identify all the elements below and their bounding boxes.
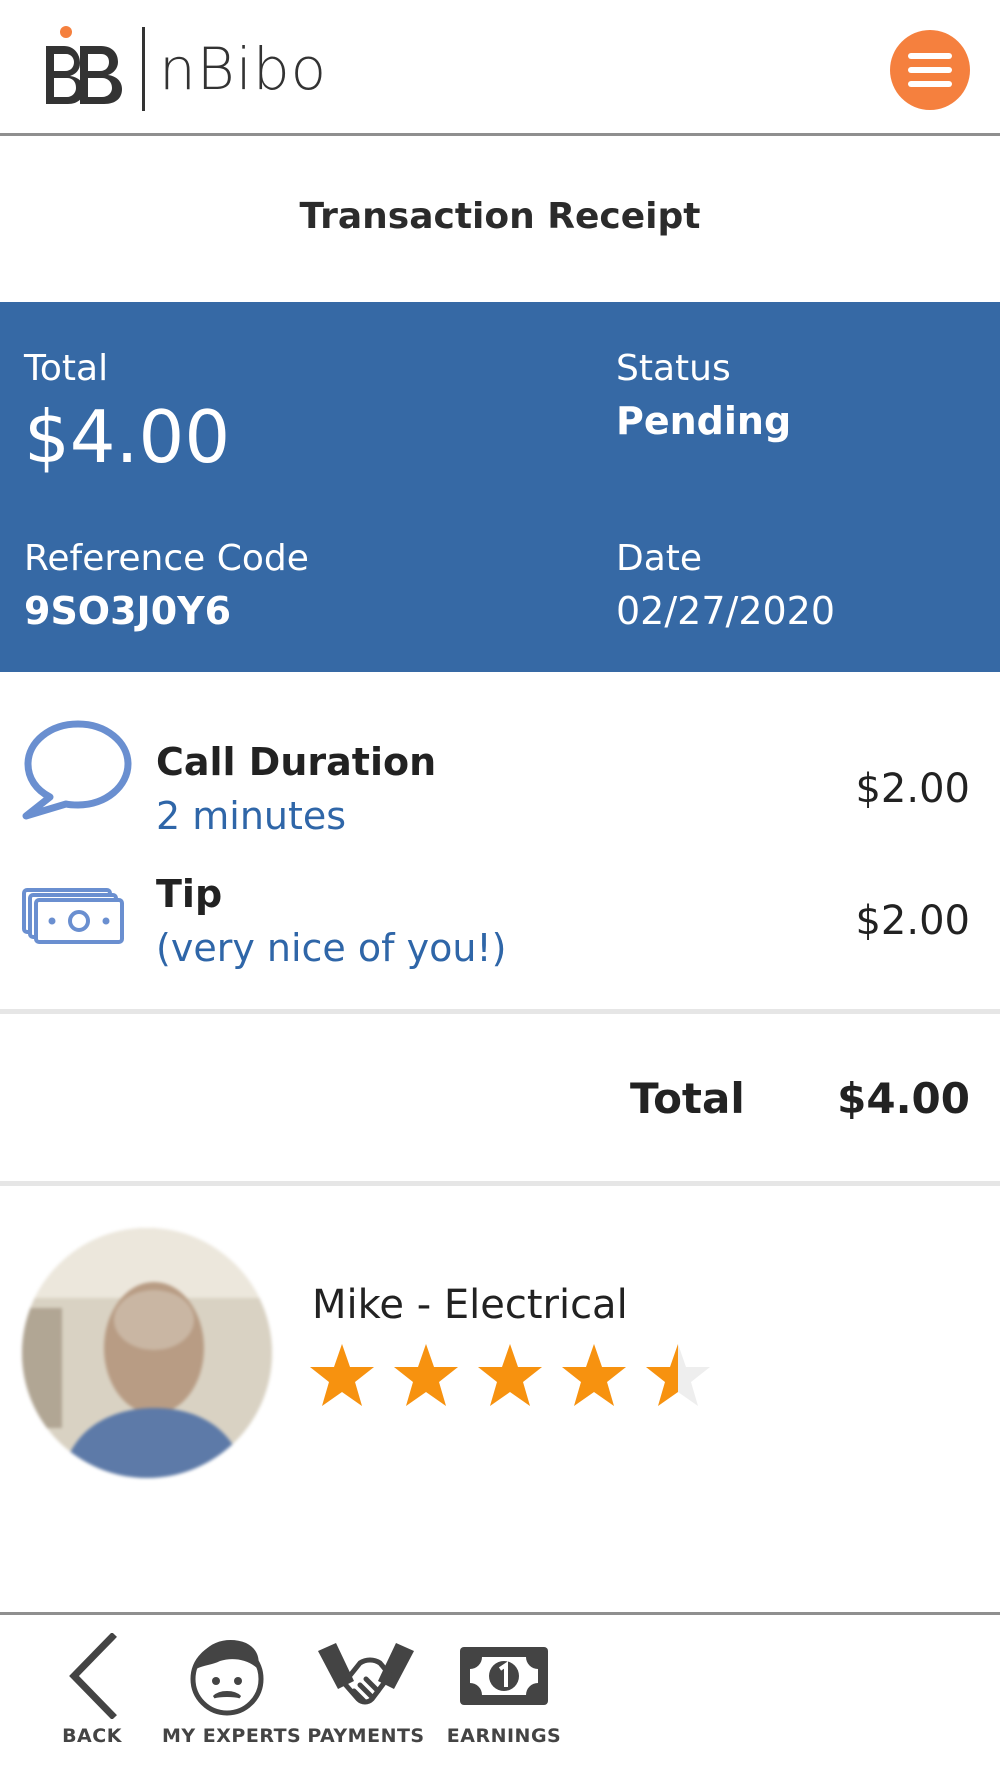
total-label: Total (24, 348, 109, 389)
nav-label: BACK (62, 1725, 122, 1747)
line-item-title: Call Duration (156, 740, 437, 784)
nav-payments[interactable]: PAYMENTS (306, 1633, 426, 1747)
line-items: Call Duration 2 minutes $2.00 Tip (very … (0, 690, 1000, 1014)
nav-back[interactable]: BACK (52, 1633, 132, 1747)
line-item-amount: $2.00 (855, 766, 970, 812)
star-half-icon (646, 1344, 710, 1406)
transaction-summary: Total $4.00 Status Pending Reference Cod… (0, 302, 1000, 672)
total-block: Total $4.00 (24, 348, 230, 479)
star-full-icon (562, 1344, 626, 1406)
speech-bubble-icon (22, 720, 132, 820)
nav-label: EARNINGS (446, 1725, 562, 1747)
line-item-title: Tip (156, 872, 223, 916)
banknote-icon (460, 1647, 548, 1705)
line-item-tip: Tip (very nice of you!) $2.00 (0, 862, 1000, 982)
star-rating (308, 1342, 712, 1410)
app-header: nBibo (0, 0, 1000, 136)
reference-code: 9SO3J0Y6 (24, 589, 232, 633)
hamburger-menu-icon (908, 53, 952, 87)
expert-face-icon (190, 1640, 264, 1716)
avatar-photo (22, 1228, 272, 1478)
nav-label: PAYMENTS (307, 1725, 425, 1747)
nav-my-experts[interactable]: MY EXPERTS (162, 1633, 302, 1747)
star-full-icon (394, 1344, 458, 1406)
cash-stack-icon (22, 888, 124, 944)
status-label: Status (616, 348, 731, 389)
reference-block: Reference Code 9SO3J0Y6 (24, 538, 309, 633)
page-title: Transaction Receipt (299, 196, 701, 237)
app-logo[interactable]: nBibo (36, 24, 327, 114)
logo-text: nBibo (159, 35, 328, 103)
date-value: 02/27/2020 (616, 589, 836, 633)
line-item-call-duration: Call Duration 2 minutes $2.00 (0, 710, 1000, 838)
line-item-subtitle: 2 minutes (156, 794, 347, 838)
status-badge: Pending (616, 399, 792, 443)
nav-label: MY EXPERTS (162, 1725, 302, 1747)
bottom-nav: BACK MY EXPERTS PAYMENTS EARNINGS (0, 1612, 1000, 1778)
grand-total-value: $4.00 (837, 1074, 970, 1123)
star-full-icon (478, 1344, 542, 1406)
reference-label: Reference Code (24, 538, 309, 579)
chevron-left-icon (69, 1633, 117, 1719)
expert-name: Mike - Electrical (312, 1282, 628, 1328)
logo-divider (142, 27, 145, 111)
expert-card: Mike - Electrical (0, 1190, 1000, 1610)
grand-total-label: Total (630, 1074, 745, 1123)
handshake-icon (318, 1643, 414, 1705)
line-item-subtitle: (very nice of you!) (156, 926, 507, 970)
status-block: Status Pending (616, 348, 791, 443)
date-block: Date 02/27/2020 (616, 538, 835, 633)
total-row: Total $4.00 (0, 1018, 1000, 1186)
avatar (22, 1228, 272, 1478)
nav-earnings[interactable]: EARNINGS (446, 1633, 562, 1747)
logo-mark-icon (46, 26, 122, 104)
date-label: Date (616, 538, 703, 579)
line-item-amount: $2.00 (855, 898, 970, 944)
star-full-icon (310, 1344, 374, 1406)
menu-button[interactable] (890, 30, 970, 110)
total-amount: $4.00 (24, 395, 231, 479)
